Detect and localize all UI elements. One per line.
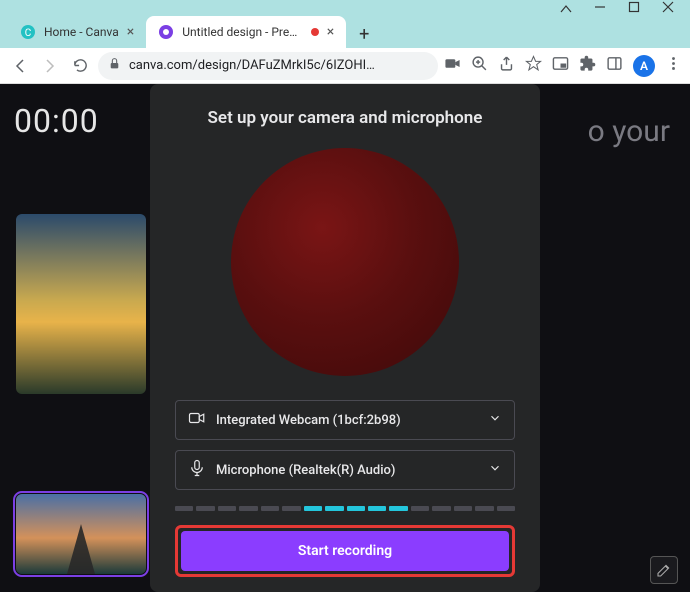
- tab-untitled-design[interactable]: Untitled design - Presen ×: [146, 16, 346, 48]
- meter-segment: [475, 506, 493, 511]
- lock-icon: [108, 57, 121, 74]
- window-titlebar: [0, 0, 690, 14]
- meter-segment: [175, 506, 193, 511]
- meter-segment: [497, 506, 515, 511]
- recording-timer: 00:00: [14, 102, 99, 140]
- meter-segment: [239, 506, 257, 511]
- meter-segment: [411, 506, 429, 511]
- svg-text:C: C: [25, 28, 32, 39]
- tab-title: Home - Canva: [44, 25, 119, 39]
- tab-title: Untitled design - Presen: [182, 25, 303, 39]
- slide-thumbnail-selected[interactable]: [16, 494, 146, 574]
- meter-segment: [347, 506, 365, 511]
- microphone-select-label: Microphone (Realtek(R) Audio): [216, 463, 478, 478]
- meter-segment: [282, 506, 300, 511]
- share-icon[interactable]: [498, 55, 515, 76]
- canva-favicon-icon: [158, 24, 174, 40]
- start-recording-button[interactable]: Start recording: [181, 531, 509, 571]
- meter-segment: [454, 506, 472, 511]
- microphone-icon: [188, 459, 206, 481]
- bookmark-icon[interactable]: [525, 55, 542, 76]
- meter-segment: [304, 506, 322, 511]
- address-bar[interactable]: canva.com/design/DAFuZMrkI5c/6IZOHI…: [98, 52, 438, 80]
- camera-icon[interactable]: [444, 55, 461, 76]
- recording-indicator-icon: [311, 28, 319, 36]
- meter-segment: [325, 506, 343, 511]
- slide-thumbnails: [16, 214, 146, 574]
- zoom-icon[interactable]: [471, 55, 488, 76]
- url-text: canva.com/design/DAFuZMrkI5c/6IZOHI…: [129, 58, 428, 73]
- video-icon: [188, 409, 206, 431]
- chevron-down-icon: [488, 411, 502, 429]
- microphone-select[interactable]: Microphone (Realtek(R) Audio): [175, 450, 515, 490]
- close-icon[interactable]: ×: [327, 24, 334, 40]
- meter-segment: [432, 506, 450, 511]
- window-close-button[interactable]: [662, 0, 674, 17]
- meter-segment: [389, 506, 407, 511]
- camera-preview: [231, 148, 459, 376]
- edit-button[interactable]: [650, 556, 678, 584]
- recording-setup-modal: Set up your camera and microphone Integr…: [150, 84, 540, 592]
- audio-level-meter: [175, 506, 515, 511]
- new-tab-button[interactable]: +: [350, 20, 378, 48]
- meter-segment: [261, 506, 279, 511]
- slide-thumbnail[interactable]: [16, 214, 146, 394]
- chevron-down-icon: [488, 461, 502, 479]
- window-maximize-button[interactable]: [628, 0, 640, 17]
- browser-toolbar: canva.com/design/DAFuZMrkI5c/6IZOHI… A: [0, 48, 690, 84]
- modal-title: Set up your camera and microphone: [208, 108, 483, 128]
- close-icon[interactable]: ×: [127, 24, 134, 40]
- meter-segment: [196, 506, 214, 511]
- start-recording-highlight: Start recording: [175, 525, 515, 577]
- menu-icon[interactable]: [665, 55, 682, 76]
- meter-segment: [218, 506, 236, 511]
- meter-segment: [368, 506, 386, 511]
- camera-select[interactable]: Integrated Webcam (1bcf:2b98): [175, 400, 515, 440]
- sidepanel-icon[interactable]: [606, 55, 623, 76]
- eiffel-tower-icon: [67, 524, 95, 574]
- canva-favicon-icon: C: [20, 24, 36, 40]
- forward-button[interactable]: [38, 54, 62, 78]
- extensions-icon[interactable]: [579, 55, 596, 76]
- camera-select-label: Integrated Webcam (1bcf:2b98): [216, 413, 478, 428]
- back-button[interactable]: [8, 54, 32, 78]
- window-minimize-button[interactable]: [560, 0, 572, 17]
- background-slide-text: o your: [588, 114, 670, 149]
- app-content: 00:00 o your Set up your camera and micr…: [0, 84, 690, 592]
- pip-icon[interactable]: [552, 55, 569, 76]
- tab-home-canva[interactable]: C Home - Canva ×: [8, 16, 146, 48]
- profile-avatar[interactable]: A: [633, 55, 655, 77]
- tab-strip: C Home - Canva × Untitled design - Prese…: [0, 14, 690, 48]
- window-minimize-icon[interactable]: [594, 0, 606, 17]
- reload-button[interactable]: [68, 54, 92, 78]
